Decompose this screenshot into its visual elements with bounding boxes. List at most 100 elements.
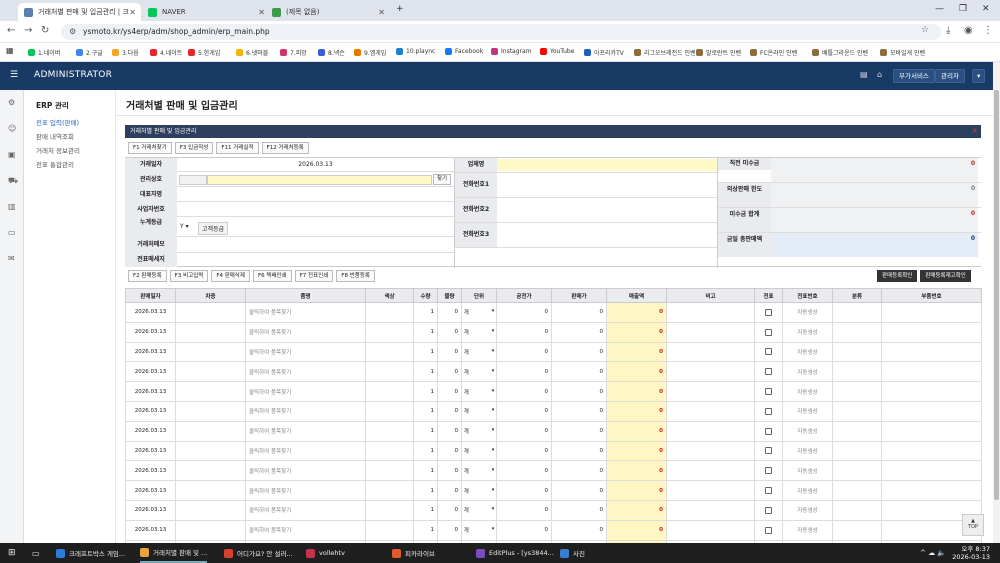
car-cell[interactable] (175, 400, 246, 422)
date-cell[interactable]: 2026.03.13 (125, 321, 176, 343)
profile-icon[interactable]: ◉ (964, 25, 973, 36)
grade-select[interactable]: Y ▾ (180, 223, 189, 230)
admin-dropdown-button[interactable]: ▾ (972, 69, 986, 83)
checkbox[interactable] (765, 487, 772, 495)
extra-service-button[interactable]: 부가서비스 (893, 69, 935, 83)
base-price-cell[interactable]: 0 (496, 519, 552, 541)
note-cell[interactable] (666, 400, 755, 422)
category-cell[interactable] (832, 480, 882, 501)
note-cell[interactable] (666, 321, 755, 343)
bookmark-item[interactable]: 2.구글 (76, 48, 103, 57)
menu-icon[interactable]: ☰ (10, 70, 18, 80)
checkbox[interactable] (765, 506, 772, 514)
color-cell[interactable] (365, 420, 414, 442)
item-find-cell[interactable]: 클릭하여 품목찾기 (245, 341, 366, 363)
category-cell[interactable] (832, 440, 882, 462)
slip-checkbox[interactable] (754, 302, 783, 323)
part-number-cell[interactable] (881, 420, 982, 442)
color-cell[interactable] (365, 480, 414, 501)
car-cell[interactable] (175, 341, 246, 363)
vendor-input[interactable] (497, 159, 717, 171)
note-cell[interactable] (666, 480, 755, 501)
base-price-cell[interactable]: 0 (496, 381, 552, 402)
unit-select[interactable]: 개▾ (461, 381, 497, 402)
box-icon[interactable]: ▣ (8, 150, 16, 159)
price-cell[interactable]: 0 (551, 480, 607, 501)
car-cell[interactable] (175, 499, 246, 521)
color-cell[interactable] (365, 341, 414, 363)
car-cell[interactable] (175, 519, 246, 541)
color-cell[interactable] (365, 519, 414, 541)
bookmark-item[interactable]: 10.plaync (396, 48, 435, 55)
company-find-button[interactable]: 찾기 (433, 174, 452, 185)
checkbox[interactable] (765, 427, 772, 435)
car-cell[interactable] (175, 381, 246, 402)
slip-checkbox[interactable] (754, 341, 783, 363)
note-cell[interactable] (666, 519, 755, 541)
browser-tab-naver[interactable]: NAVER ✕ (142, 3, 270, 21)
unit-select[interactable]: 개▾ (461, 460, 497, 482)
item-find-cell[interactable]: 클릭하여 품목찾기 (245, 381, 366, 402)
trade-record-button[interactable]: F11 거래실적 (216, 142, 259, 154)
date-cell[interactable]: 2026.03.13 (125, 480, 176, 501)
date-cell[interactable]: 2026.03.13 (125, 400, 176, 422)
date-cell[interactable]: 2026.03.13 (125, 420, 176, 442)
note-cell[interactable] (666, 381, 755, 402)
menu-item-client-info[interactable]: 거래처 정보관리 (36, 145, 80, 155)
volume-cell[interactable]: 0 (437, 440, 462, 462)
base-price-cell[interactable]: 0 (496, 341, 552, 363)
date-cell[interactable]: 2026.03.13 (125, 460, 176, 482)
base-price-cell[interactable]: 0 (496, 420, 552, 442)
checkbox[interactable] (765, 368, 772, 376)
unit-select[interactable]: 개▾ (461, 341, 497, 363)
taskbar-app[interactable]: EditPlus - [ys3844... (476, 543, 554, 563)
bookmark-item[interactable]: 5.한게임 (188, 48, 220, 57)
checkbox[interactable] (765, 407, 772, 415)
folder-icon[interactable]: ▭ (8, 228, 16, 237)
color-cell[interactable] (365, 440, 414, 462)
date-cell[interactable]: 2026.03.13 (125, 499, 176, 521)
color-cell[interactable] (365, 361, 414, 383)
reload-icon[interactable]: ↻ (41, 25, 49, 36)
checkbox[interactable] (765, 308, 772, 316)
register-client-button[interactable]: F12 거래처등록 (261, 142, 309, 154)
home-icon[interactable]: ⌂ (877, 70, 882, 79)
part-number-cell[interactable] (881, 341, 982, 363)
base-price-cell[interactable]: 0 (496, 440, 552, 462)
category-cell[interactable] (832, 381, 882, 402)
item-find-cell[interactable]: 클릭하여 품목찾기 (245, 302, 366, 323)
volume-cell[interactable]: 0 (437, 480, 462, 501)
price-cell[interactable]: 0 (551, 341, 607, 363)
calendar-icon[interactable]: ▤ (860, 70, 868, 79)
note-cell[interactable] (666, 341, 755, 363)
task-view-icon[interactable]: ▭ (32, 543, 40, 563)
car-cell[interactable] (175, 361, 246, 383)
price-cell[interactable]: 0 (551, 440, 607, 462)
item-find-cell[interactable]: 클릭하여 품목찾기 (245, 440, 366, 462)
taskbar-app[interactable]: 어디가요? 안 설러... (224, 543, 293, 563)
part-number-cell[interactable] (881, 400, 982, 422)
volume-cell[interactable]: 0 (437, 361, 462, 383)
base-price-cell[interactable]: 0 (496, 321, 552, 343)
return-register-button[interactable]: F8 반품등록 (336, 270, 375, 282)
note-cell[interactable] (666, 460, 755, 482)
base-price-cell[interactable]: 0 (496, 460, 552, 482)
category-cell[interactable] (832, 519, 882, 541)
slip-checkbox[interactable] (754, 420, 783, 442)
checkbox[interactable] (765, 348, 772, 356)
forward-icon[interactable]: → (24, 25, 32, 36)
unit-select[interactable]: 개▾ (461, 480, 497, 501)
item-find-cell[interactable]: 클릭하여 품목찾기 (245, 480, 366, 501)
price-cell[interactable]: 0 (551, 420, 607, 442)
bookmark-item[interactable]: 4.네이트 (150, 48, 182, 57)
taskbar-app[interactable]: 거래처별 판매 및 ... (140, 543, 208, 563)
menu-item-slip-integrated[interactable]: 전표 통합관리 (36, 159, 74, 169)
slip-checkbox[interactable] (754, 381, 783, 402)
note-cell[interactable] (666, 499, 755, 521)
color-cell[interactable] (365, 302, 414, 323)
base-price-cell[interactable]: 0 (496, 302, 552, 323)
windows-start-icon[interactable]: ⊞ (8, 543, 16, 563)
bookmark-item[interactable]: 발로란트 인벤 (696, 48, 741, 57)
close-tab-icon[interactable]: ✕ (258, 8, 265, 17)
bookmark-item[interactable]: 모바일게 인벤 (880, 48, 925, 57)
